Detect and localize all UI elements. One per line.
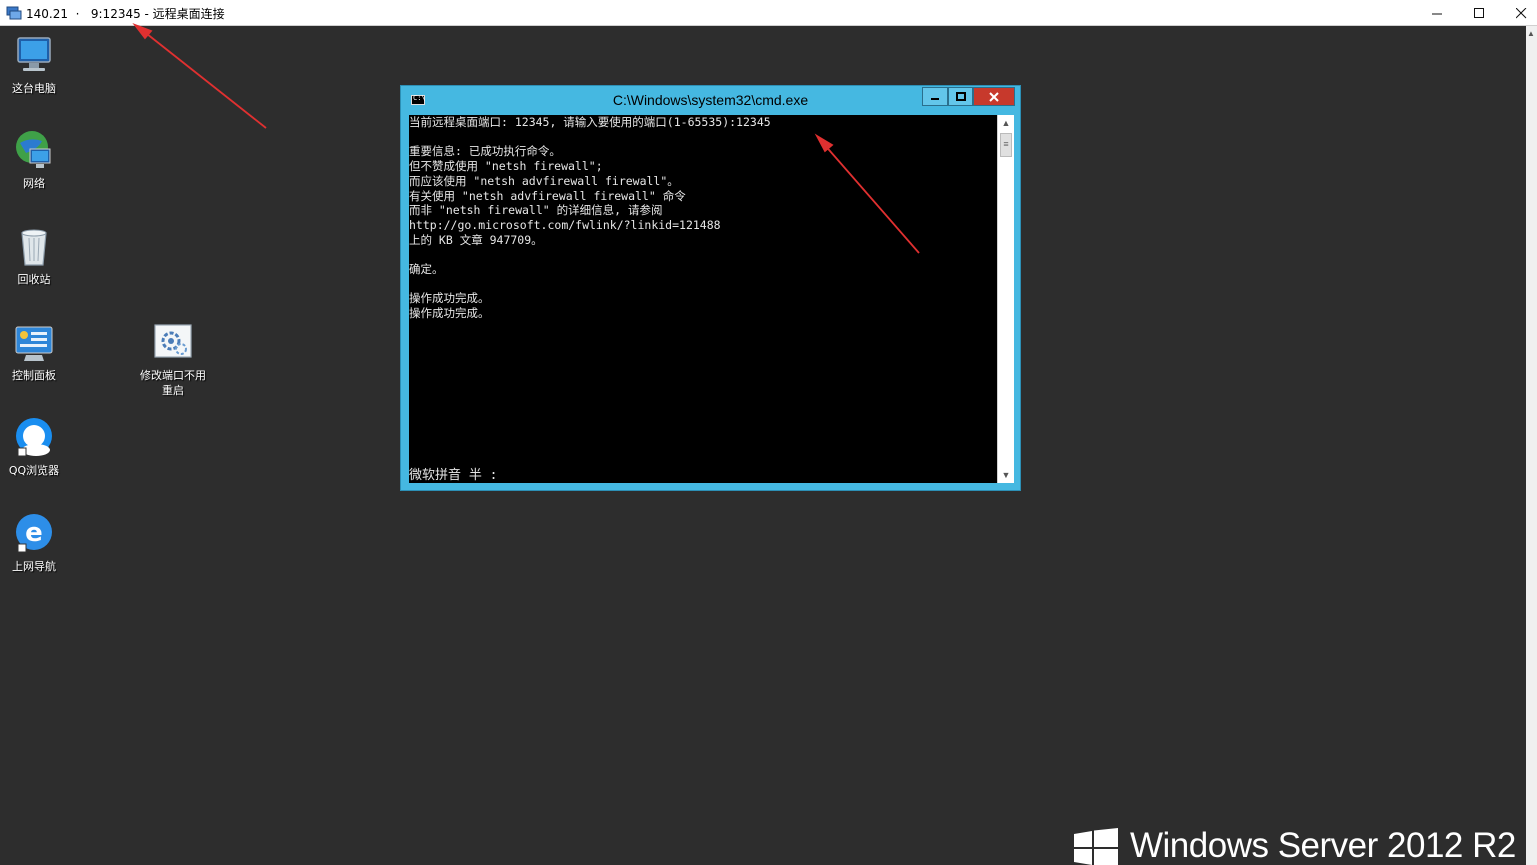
console-output: 当前远程桌面端口: 12345, 请输入要使用的端口(1-65535):1234… bbox=[409, 115, 997, 321]
console-line: 但不赞成使用 "netsh firewall"; bbox=[409, 159, 603, 174]
cmd-window[interactable]: C:\ C:\Windows\system32\cmd.exe 当前远程桌面端口… bbox=[400, 85, 1021, 491]
desktop-icon-network[interactable]: 网络 bbox=[0, 129, 72, 191]
desktop-icon-label: 回收站 bbox=[17, 273, 51, 286]
rdp-title-bar: 140.21 · 9:12345 - 远程桌面连接 bbox=[0, 0, 1537, 26]
close-icon bbox=[989, 91, 999, 102]
close-icon bbox=[1515, 7, 1526, 18]
console-line: 操作成功完成。 bbox=[409, 291, 490, 306]
desktop-icon-label: 上网导航 bbox=[12, 560, 56, 573]
rdp-window-title: 140.21 · 9:12345 - 远程桌面连接 bbox=[26, 7, 225, 21]
qq-browser-icon bbox=[12, 416, 56, 460]
console-line: 操作成功完成。 bbox=[409, 306, 490, 321]
desktop-icon-label: QQ浏览器 bbox=[8, 464, 60, 477]
desktop-icon-label: 控制面板 bbox=[12, 369, 56, 382]
minimize-icon bbox=[1431, 13, 1442, 14]
control-panel-icon bbox=[12, 321, 56, 365]
port-tool-icon bbox=[151, 321, 195, 365]
desktop-icon-label: 网络 bbox=[23, 177, 45, 190]
console-line: http://go.microsoft.com/fwlink/?linkid=1… bbox=[409, 217, 721, 232]
minimize-icon bbox=[931, 97, 939, 100]
rdp-close-button[interactable] bbox=[1500, 0, 1537, 26]
desktop-icon-ie[interactable]: e 上网导航 bbox=[0, 512, 72, 574]
desktop-icon-control-panel[interactable]: 控制面板 bbox=[0, 321, 72, 383]
rdp-minimize-button[interactable] bbox=[1416, 0, 1458, 26]
internet-explorer-icon: e bbox=[12, 512, 56, 556]
cmd-console[interactable]: 当前远程桌面端口: 12345, 请输入要使用的端口(1-65535):1234… bbox=[409, 115, 997, 483]
scroll-thumb[interactable]: ≡ bbox=[1000, 133, 1012, 157]
console-line: 当前远程桌面端口: 12345, 请输入要使用的端口(1-65535):1234… bbox=[409, 115, 771, 129]
remote-desktop-icon bbox=[6, 6, 22, 20]
scroll-down-icon[interactable]: ▼ bbox=[998, 467, 1014, 483]
console-line: 上的 KB 文章 947709。 bbox=[409, 232, 543, 247]
maximize-icon bbox=[1473, 7, 1484, 18]
console-line: 确定。 bbox=[409, 262, 444, 277]
rdp-maximize-button[interactable] bbox=[1458, 0, 1500, 26]
svg-text:e: e bbox=[25, 518, 43, 548]
ime-status: 微软拼音 半 : bbox=[409, 468, 498, 483]
recycle-bin-icon bbox=[12, 225, 56, 269]
windows-logo-icon bbox=[1074, 828, 1118, 865]
cmd-title-bar[interactable]: C:\ C:\Windows\system32\cmd.exe bbox=[401, 86, 1020, 115]
desktop-icon-qq-browser[interactable]: QQ浏览器 bbox=[0, 416, 72, 478]
maximize-icon bbox=[955, 91, 966, 101]
console-line: 而非 "netsh firewall" 的详细信息, 请参阅 bbox=[409, 203, 663, 218]
desktop-icon-this-pc[interactable]: 这台电脑 bbox=[0, 34, 72, 96]
cmd-close-button[interactable] bbox=[973, 87, 1015, 106]
console-line: 有关使用 "netsh advfirewall firewall" 命令 bbox=[409, 188, 686, 203]
console-line: 重要信息: 已成功执行命令。 bbox=[409, 144, 561, 159]
cmd-maximize-button[interactable] bbox=[948, 87, 973, 106]
scroll-up-icon[interactable]: ▲ bbox=[1527, 29, 1535, 38]
computer-icon bbox=[12, 34, 56, 78]
desktop-icon-recycle-bin[interactable]: 回收站 bbox=[0, 225, 72, 287]
windows-product-name: Windows Server 2012 R2 bbox=[1130, 826, 1516, 865]
desktop-scrollbar[interactable]: ▲ bbox=[1526, 26, 1537, 865]
desktop-icon-label: 修改端口不用重启 bbox=[140, 369, 206, 397]
cmd-minimize-button[interactable] bbox=[922, 87, 948, 106]
scroll-up-icon[interactable]: ▲ bbox=[998, 115, 1014, 131]
cmd-scrollbar[interactable]: ▲ ≡ ▼ bbox=[997, 115, 1014, 483]
desktop-icon-port-tool[interactable]: 修改端口不用重启 bbox=[135, 321, 211, 398]
annotation-arrow-title bbox=[132, 23, 267, 129]
network-icon bbox=[12, 129, 56, 173]
desktop-icon-label: 这台电脑 bbox=[12, 82, 56, 95]
console-line: 而应该使用 "netsh advfirewall firewall"。 bbox=[409, 173, 679, 188]
